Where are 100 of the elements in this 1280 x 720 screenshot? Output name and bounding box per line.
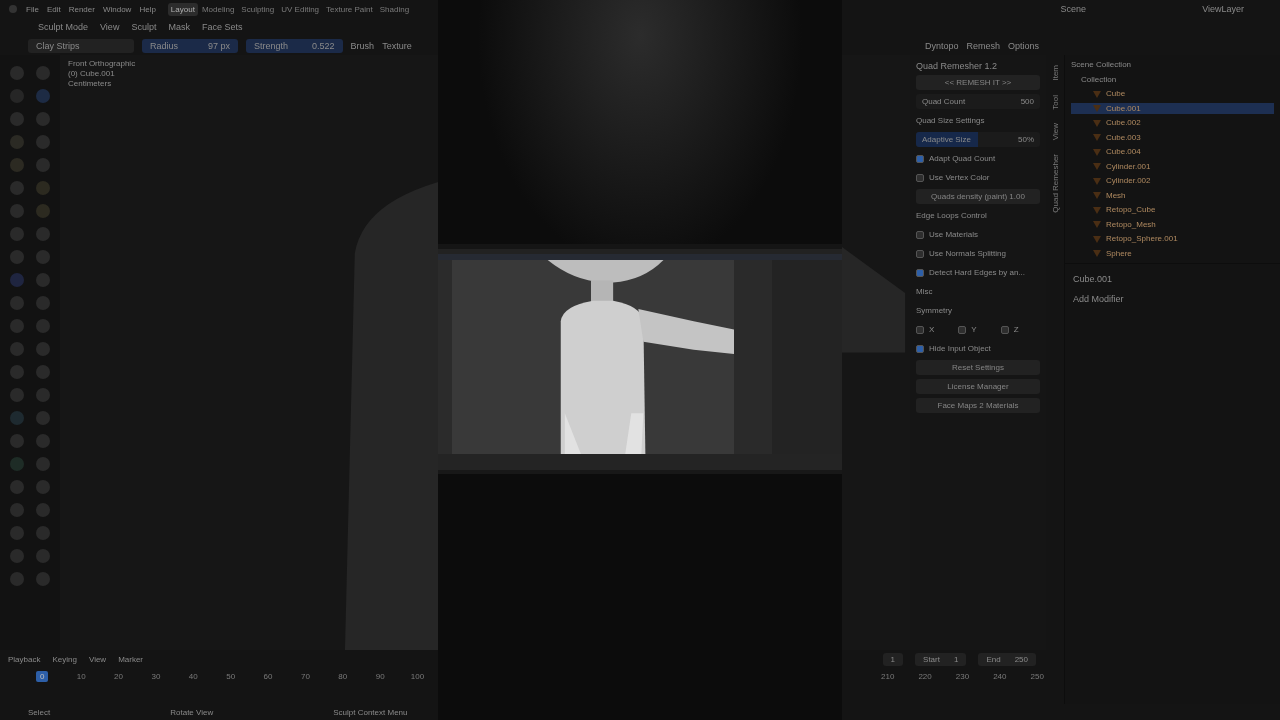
tool-icon[interactable] bbox=[36, 548, 50, 563]
tool-icon[interactable] bbox=[10, 203, 24, 218]
tool-icon[interactable] bbox=[36, 479, 50, 494]
checkbox[interactable] bbox=[916, 230, 924, 239]
sidebar-tab[interactable]: View bbox=[1050, 123, 1060, 141]
workspace-tab[interactable]: Modeling bbox=[198, 2, 238, 16]
tool-icon[interactable] bbox=[10, 364, 24, 379]
tool-icon[interactable] bbox=[10, 249, 24, 264]
tool-icon[interactable] bbox=[36, 410, 50, 425]
tool-icon[interactable] bbox=[10, 502, 24, 517]
sidebar-tab[interactable]: Tool bbox=[1050, 94, 1060, 110]
outliner-row[interactable]: Mesh bbox=[1071, 189, 1274, 201]
sidebar-tab[interactable]: Item bbox=[1050, 65, 1060, 81]
tool-icon[interactable] bbox=[10, 65, 24, 80]
tool-icon[interactable] bbox=[10, 525, 24, 540]
checkbox[interactable] bbox=[916, 154, 924, 163]
checkbox[interactable] bbox=[1000, 325, 1009, 334]
panel-button[interactable]: Face Maps 2 Materials bbox=[916, 398, 1040, 413]
tool-icon[interactable] bbox=[36, 65, 50, 80]
checkbox[interactable] bbox=[916, 249, 924, 258]
checkbox[interactable] bbox=[958, 325, 967, 334]
brush-menu[interactable]: Brush bbox=[350, 40, 375, 51]
outliner-row[interactable]: Retopo_Sphere.001 bbox=[1071, 233, 1274, 245]
menu-item[interactable]: Face Sets bbox=[201, 22, 243, 32]
menu-item[interactable]: Playback bbox=[8, 655, 41, 664]
outliner-row[interactable]: Cube.003 bbox=[1071, 131, 1274, 143]
outliner-row[interactable]: Retopo_Cube bbox=[1071, 204, 1274, 216]
outliner-row[interactable]: Cube.001 bbox=[1071, 102, 1274, 114]
checkbox[interactable] bbox=[916, 344, 924, 353]
menu-item[interactable]: Remesh bbox=[966, 40, 1000, 51]
tool-icon[interactable] bbox=[36, 387, 50, 402]
checkbox[interactable] bbox=[916, 325, 924, 334]
panel-button[interactable]: Quads density (paint) 1.00 bbox=[916, 189, 1040, 204]
workspace-tab[interactable]: UV Editing bbox=[278, 2, 323, 16]
panel-button[interactable]: Reset Settings bbox=[916, 360, 1040, 375]
start-field[interactable]: Start 1 bbox=[915, 653, 967, 666]
checkbox[interactable] bbox=[916, 268, 924, 277]
tool-icon[interactable] bbox=[10, 318, 24, 333]
menu-item[interactable]: Keying bbox=[52, 655, 77, 664]
tool-icon[interactable] bbox=[10, 433, 24, 448]
tool-icon[interactable] bbox=[10, 226, 24, 241]
tool-icon[interactable] bbox=[36, 203, 50, 218]
tool-icon[interactable] bbox=[10, 548, 24, 563]
panel-button[interactable]: << REMESH IT >> bbox=[916, 75, 1040, 90]
workspace-tab[interactable]: Texture Paint bbox=[323, 2, 376, 16]
tool-icon[interactable] bbox=[10, 134, 24, 149]
tool-icon[interactable] bbox=[36, 226, 50, 241]
menu-item[interactable]: Dyntopo bbox=[924, 40, 959, 51]
menu-item[interactable]: Options bbox=[1007, 40, 1039, 51]
menu-item[interactable]: Window bbox=[102, 4, 132, 14]
tool-icon[interactable] bbox=[36, 272, 50, 287]
menu-item[interactable]: Render bbox=[68, 4, 95, 14]
tool-icon[interactable] bbox=[10, 157, 24, 172]
workspace-tab[interactable]: Sculpting bbox=[238, 2, 278, 16]
tool-icon[interactable] bbox=[36, 341, 50, 356]
end-field[interactable]: End 250 bbox=[978, 653, 1036, 666]
tool-icon[interactable] bbox=[10, 295, 24, 310]
tool-name-field[interactable]: Clay Strips bbox=[28, 38, 134, 53]
workspace-tab[interactable]: Shading bbox=[376, 2, 413, 16]
outliner-row[interactable]: Cube bbox=[1071, 88, 1274, 100]
tool-icon[interactable] bbox=[36, 111, 50, 126]
view-layer-name[interactable]: ViewLayer bbox=[1202, 4, 1244, 14]
outliner-row[interactable]: Cylinder.001 bbox=[1071, 160, 1274, 172]
tool-icon[interactable] bbox=[10, 571, 24, 586]
adaptive-size-slider[interactable]: Adaptive Size 50% bbox=[916, 132, 1040, 147]
tool-icon[interactable] bbox=[36, 318, 50, 333]
tool-icon[interactable] bbox=[10, 410, 24, 425]
tool-icon[interactable] bbox=[36, 157, 50, 172]
tool-icon[interactable] bbox=[36, 364, 50, 379]
menu-item[interactable]: Mask bbox=[168, 22, 190, 32]
radius-field[interactable]: Radius 97 px bbox=[142, 38, 239, 53]
tool-icon[interactable] bbox=[36, 88, 50, 103]
tool-icon[interactable] bbox=[36, 295, 50, 310]
menu-item[interactable]: File bbox=[26, 4, 39, 14]
tool-icon[interactable] bbox=[10, 456, 24, 471]
outliner-row[interactable]: Sphere bbox=[1071, 247, 1274, 259]
tool-icon[interactable] bbox=[36, 134, 50, 149]
menu-item[interactable]: Edit bbox=[46, 4, 61, 14]
workspace-tab[interactable]: Layout bbox=[167, 2, 198, 16]
tool-icon[interactable] bbox=[10, 387, 24, 402]
tool-icon[interactable] bbox=[36, 502, 50, 517]
tool-icon[interactable] bbox=[36, 249, 50, 264]
tool-icon[interactable] bbox=[10, 111, 24, 126]
outliner-row[interactable]: Cube.004 bbox=[1071, 146, 1274, 158]
tool-icon[interactable] bbox=[36, 571, 50, 586]
quad-count-field[interactable]: Quad Count 500 bbox=[916, 94, 1040, 109]
tool-icon[interactable] bbox=[10, 272, 24, 287]
add-modifier-menu[interactable]: Add Modifier bbox=[1073, 294, 1272, 304]
texture-menu[interactable]: Texture bbox=[382, 40, 412, 51]
outliner-item[interactable]: Scene Collection bbox=[1071, 60, 1132, 70]
menu-item[interactable]: Marker bbox=[118, 655, 144, 664]
tool-icon[interactable] bbox=[10, 341, 24, 356]
menu-item[interactable]: Help bbox=[139, 4, 156, 14]
tool-icon[interactable] bbox=[36, 180, 50, 195]
outliner-row[interactable]: Cube.002 bbox=[1071, 117, 1274, 129]
tool-icon[interactable] bbox=[36, 525, 50, 540]
current-frame-marker[interactable]: 0 bbox=[36, 671, 49, 682]
tool-icon[interactable] bbox=[36, 456, 50, 471]
tool-icon[interactable] bbox=[36, 433, 50, 448]
menu-item[interactable]: View bbox=[88, 655, 107, 664]
